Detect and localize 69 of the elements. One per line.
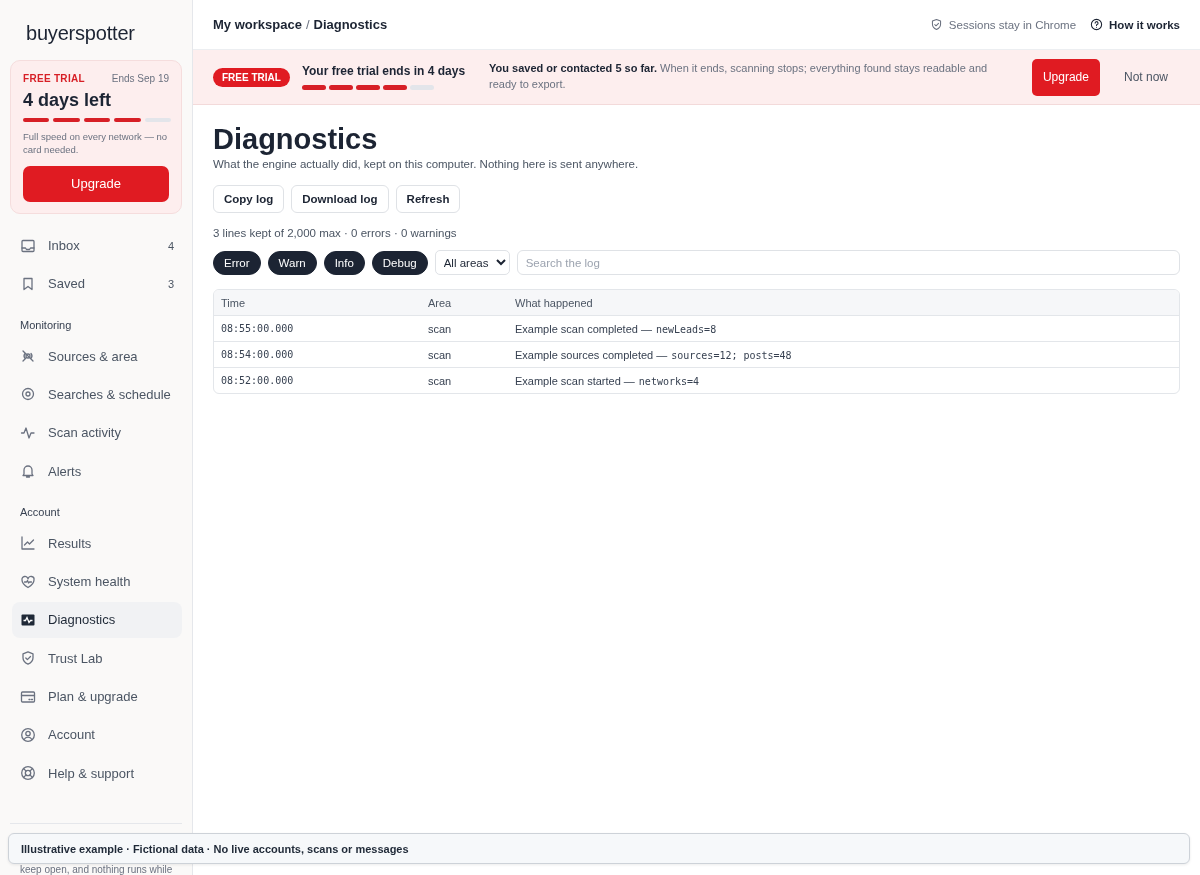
search-field[interactable]: Search the log xyxy=(516,250,1180,275)
trial-end-date: Ends Sep 19 xyxy=(111,73,169,84)
table-cell-text: 08:52:00.000 xyxy=(220,375,295,386)
breadcrumb-separator: / xyxy=(305,17,310,32)
user-circle-icon xyxy=(20,726,36,743)
dismiss-button[interactable]: Not now xyxy=(1111,70,1180,84)
log-stats: 3 lines kept of 2,000 max · 0 errors · 0 warnings xyxy=(213,227,458,239)
action-button[interactable]: Download log xyxy=(291,185,389,213)
help-icon xyxy=(1090,18,1104,31)
nav-item[interactable]: Account xyxy=(12,716,182,753)
table-cell-text: 08:54:00.000 xyxy=(220,349,295,360)
table-cell-text: scan xyxy=(427,374,453,387)
nav-item[interactable]: Plan & upgrade xyxy=(12,678,182,715)
demo-notice: Illustrative example · Fictional data · No live accounts, scans or messages xyxy=(21,842,409,855)
section-heading: Monitoring xyxy=(19,318,73,334)
nav-item[interactable]: System health xyxy=(12,563,182,600)
bell-icon xyxy=(20,463,36,480)
table-cell-text: 08:55:00.000 xyxy=(220,323,295,334)
shield-check-icon xyxy=(20,650,36,667)
nav-item[interactable]: Searches & schedule xyxy=(12,376,182,413)
bookmark-icon xyxy=(20,275,36,292)
nav-item[interactable]: Inbox 4 xyxy=(12,227,182,264)
column-header: What happened xyxy=(514,296,594,309)
nav-item[interactable]: Help & support xyxy=(12,755,182,792)
inbox-icon xyxy=(20,237,36,254)
banner-message: You saved or contacted 5 so far. When it ends, scanning stops; everything found stays readable and ready to export. xyxy=(489,61,989,92)
heart-icon xyxy=(20,573,36,590)
breadcrumb-link[interactable]: My workspace xyxy=(213,17,302,32)
level-filter-chip[interactable]: Debug xyxy=(371,250,428,275)
shield-check-icon xyxy=(929,18,943,31)
upgrade-button[interactable]: Upgrade xyxy=(1031,58,1100,96)
trial-badge: FREE TRIAL xyxy=(213,67,290,87)
section-heading: Account xyxy=(19,505,61,521)
session-note: Sessions stay in Chrome xyxy=(948,18,1077,31)
upgrade-button[interactable]: Upgrade xyxy=(23,165,169,202)
column-header: Time xyxy=(220,296,247,309)
trial-note: Full speed on every network — no card needed. xyxy=(23,130,169,157)
page-subtitle: What the engine actually did, kept on this computer. Nothing here is sent anywhere. xyxy=(213,158,640,170)
logo[interactable]: buyerspotter xyxy=(0,0,135,54)
nav-item[interactable]: Diagnostics xyxy=(12,601,182,638)
nav-item[interactable]: Scan activity xyxy=(12,414,182,451)
level-filter-chip[interactable]: Info xyxy=(323,250,365,275)
target-icon xyxy=(20,386,36,403)
area-select[interactable]: All areas xyxy=(434,250,510,275)
nav-item[interactable]: Results xyxy=(12,525,182,562)
column-header: Area xyxy=(427,296,453,309)
action-button[interactable]: Refresh xyxy=(395,185,461,213)
banner-title: Your free trial ends in 4 days xyxy=(301,64,466,79)
nav-item[interactable]: Sources & area xyxy=(12,338,182,375)
table-cell-text: Example sources completed — sources=12; posts=48 xyxy=(514,348,793,361)
level-filter-chip[interactable]: Warn xyxy=(267,250,317,275)
line-chart-icon xyxy=(20,535,36,552)
breadcrumb-current: Diagnostics xyxy=(313,17,388,32)
lifebuoy-icon xyxy=(20,765,36,782)
level-filter-chip[interactable]: Error xyxy=(213,250,261,275)
help-link[interactable]: How it works xyxy=(1109,18,1180,31)
page-title: Diagnostics xyxy=(213,122,379,156)
table-cell-text: Example scan started — networks=4 xyxy=(514,374,701,387)
nav-item[interactable]: Saved 3 xyxy=(12,265,182,302)
table-cell-text: Example scan completed — newLeads=8 xyxy=(514,322,718,335)
nav-item[interactable]: Alerts xyxy=(12,453,182,490)
nav-item[interactable]: Trust Lab xyxy=(12,640,182,677)
table-cell-text: scan xyxy=(427,322,453,335)
action-button[interactable]: Copy log xyxy=(213,185,285,213)
days-left: 4 days left xyxy=(23,90,113,111)
footer-text: keep open, and nothing runs while xyxy=(20,864,173,875)
table-cell-text: scan xyxy=(427,348,453,361)
card-icon xyxy=(20,688,36,705)
trial-label: FREE TRIAL xyxy=(23,73,85,84)
